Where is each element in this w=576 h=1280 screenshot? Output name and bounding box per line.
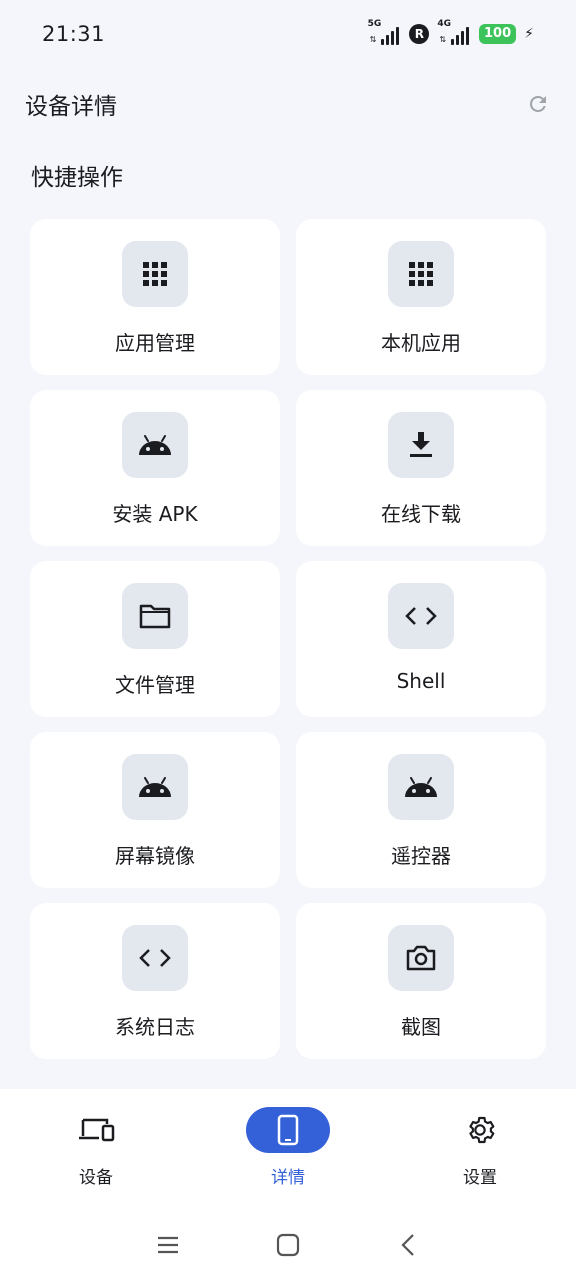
android-icon bbox=[139, 435, 171, 455]
action-shell[interactable]: Shell bbox=[296, 561, 546, 717]
refresh-button[interactable] bbox=[522, 88, 554, 120]
signal-5g-icon: 5G ⇅ bbox=[368, 19, 400, 45]
quick-actions-grid: 应用管理 本机应用 安装 APK 在线下载 文件管理 Shell 屏幕镜像 遥控… bbox=[30, 219, 546, 1059]
nav-label: 设备 bbox=[79, 1168, 113, 1188]
action-file-management[interactable]: 文件管理 bbox=[30, 561, 280, 717]
folder-icon bbox=[139, 604, 171, 629]
refresh-icon bbox=[529, 95, 546, 112]
action-label: 安装 APK bbox=[112, 502, 198, 526]
bottom-navigation: 设备 详情 设置 bbox=[0, 1089, 576, 1209]
roaming-icon: R bbox=[409, 24, 430, 44]
charging-icon: ⚡ bbox=[524, 26, 534, 42]
code-icon bbox=[405, 607, 437, 625]
action-label: 本机应用 bbox=[381, 331, 461, 355]
action-label: Shell bbox=[396, 669, 446, 693]
action-system-log[interactable]: 系统日志 bbox=[30, 903, 280, 1059]
phone-icon bbox=[277, 1114, 299, 1146]
action-label: 文件管理 bbox=[115, 673, 195, 697]
action-label: 屏幕镜像 bbox=[115, 844, 195, 868]
action-install-apk[interactable]: 安装 APK bbox=[30, 390, 280, 546]
action-screenshot[interactable]: 截图 bbox=[296, 903, 546, 1059]
android-icon bbox=[405, 777, 437, 797]
home-button[interactable] bbox=[270, 1227, 306, 1263]
status-time: 21:31 bbox=[42, 22, 106, 46]
action-label: 系统日志 bbox=[115, 1015, 195, 1039]
back-icon bbox=[401, 1233, 414, 1256]
active-indicator bbox=[246, 1107, 330, 1153]
action-screen-mirror[interactable]: 屏幕镜像 bbox=[30, 732, 280, 888]
nav-devices[interactable]: 设备 bbox=[26, 1107, 166, 1209]
nav-label: 设置 bbox=[463, 1168, 497, 1188]
nav-details[interactable]: 详情 bbox=[218, 1107, 358, 1209]
apps-grid-icon bbox=[409, 262, 433, 286]
nav-label: 详情 bbox=[271, 1168, 305, 1188]
code-icon bbox=[139, 949, 171, 967]
action-online-download[interactable]: 在线下载 bbox=[296, 390, 546, 546]
camera-icon bbox=[406, 945, 436, 971]
battery-icon: 100 bbox=[479, 24, 517, 44]
action-app-management[interactable]: 应用管理 bbox=[30, 219, 280, 375]
apps-grid-icon bbox=[143, 262, 167, 286]
menu-button[interactable] bbox=[150, 1227, 186, 1263]
status-icons: 5G ⇅ R 4G ⇅ 100 ⚡ bbox=[368, 19, 534, 45]
app-header: 设备详情 bbox=[0, 78, 576, 130]
gear-icon bbox=[469, 1116, 495, 1144]
android-icon bbox=[139, 777, 171, 797]
action-local-apps[interactable]: 本机应用 bbox=[296, 219, 546, 375]
download-icon bbox=[410, 432, 432, 457]
action-label: 应用管理 bbox=[115, 331, 195, 355]
action-label: 截图 bbox=[401, 1015, 441, 1039]
home-icon bbox=[276, 1233, 300, 1256]
action-label: 遥控器 bbox=[391, 844, 451, 868]
section-title: 快捷操作 bbox=[31, 165, 123, 191]
devices-icon bbox=[79, 1118, 115, 1142]
system-navigation bbox=[0, 1209, 576, 1280]
page-title: 设备详情 bbox=[25, 94, 117, 120]
action-label: 在线下载 bbox=[381, 502, 461, 526]
menu-icon bbox=[158, 1236, 178, 1253]
signal-4g-icon: 4G ⇅ bbox=[437, 19, 470, 45]
nav-settings[interactable]: 设置 bbox=[410, 1107, 550, 1209]
back-button[interactable] bbox=[390, 1227, 426, 1263]
action-remote-control[interactable]: 遥控器 bbox=[296, 732, 546, 888]
status-bar: 21:31 5G ⇅ R 4G ⇅ 100 ⚡ bbox=[0, 0, 576, 68]
